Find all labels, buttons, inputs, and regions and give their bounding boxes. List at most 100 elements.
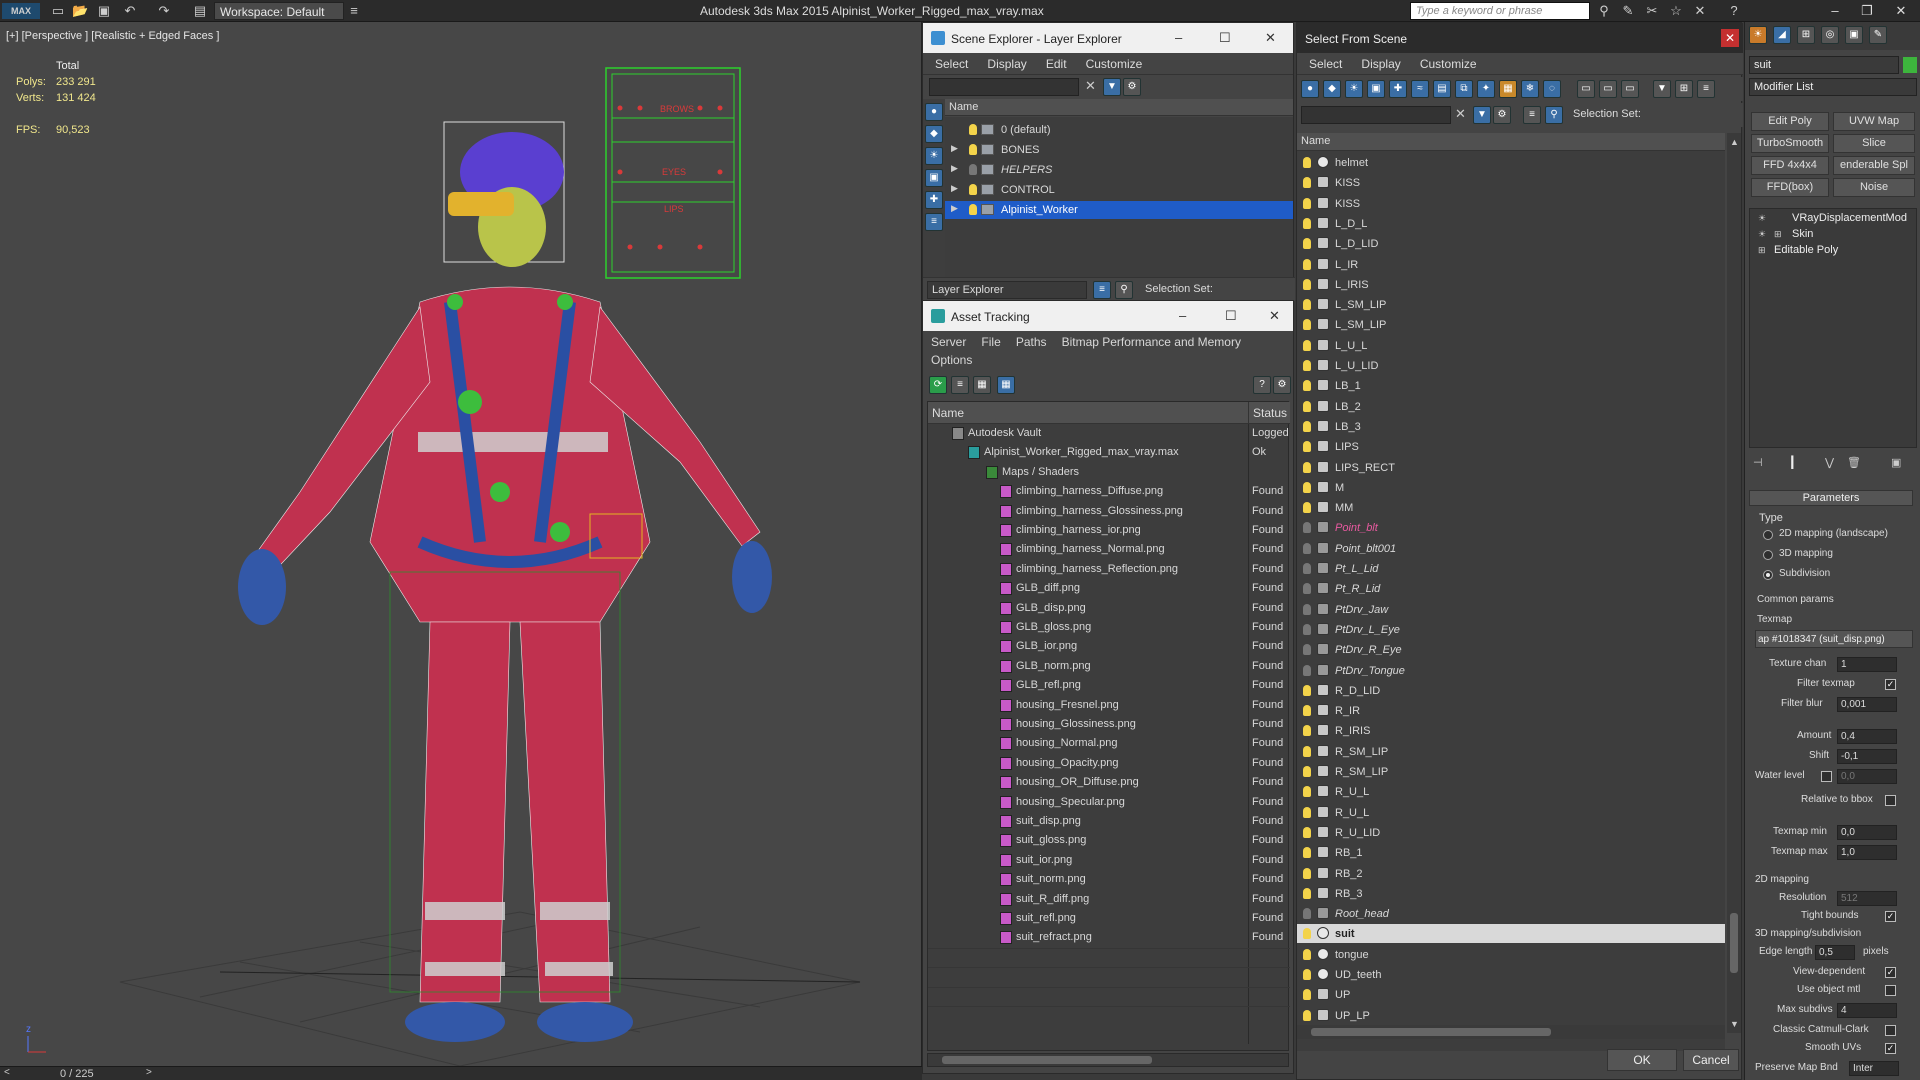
menu-display[interactable]: Display — [987, 57, 1026, 71]
expand-icon[interactable]: ⊞ — [1758, 245, 1766, 256]
asset-row-map[interactable]: GLB_ior.png Found — [928, 637, 1290, 656]
asset-row-map[interactable]: GLB_disp.png Found — [928, 599, 1290, 618]
search-input[interactable]: Type a keyword or phrase — [1410, 2, 1590, 20]
object-row[interactable]: L_D_LID — [1297, 234, 1725, 253]
display-lights-icon[interactable]: ☀ — [925, 147, 943, 165]
configure-sets-icon[interactable]: ▣ — [1891, 456, 1901, 469]
scroll-thumb[interactable] — [1311, 1028, 1551, 1036]
asset-row-map[interactable]: climbing_harness_Diffuse.png Found — [928, 482, 1290, 501]
object-row[interactable]: tongue — [1297, 945, 1725, 964]
display-cameras-icon[interactable]: ▣ — [1367, 80, 1385, 98]
menu-file[interactable]: File — [981, 335, 1000, 349]
display-cameras-icon[interactable]: ▣ — [925, 169, 943, 187]
refresh-icon[interactable]: ⟳ — [929, 376, 947, 394]
lightbulb-icon[interactable] — [1303, 481, 1311, 493]
lightbulb-icon[interactable] — [1303, 400, 1311, 412]
filter-blur-spinner[interactable]: 0,001 — [1837, 697, 1897, 712]
layer-row[interactable]: ▶ CONTROL — [945, 181, 1293, 199]
asset-row-map[interactable]: suit_refract.png Found — [928, 928, 1290, 947]
display-geometry-icon[interactable]: ● — [925, 103, 943, 121]
layer-row[interactable]: ▶ Alpinist_Worker — [945, 201, 1293, 219]
select-all-icon[interactable]: ▭ — [1577, 80, 1595, 98]
object-row[interactable]: R_IR — [1297, 701, 1725, 720]
lightbulb-icon[interactable]: ☀ — [1758, 229, 1766, 240]
utilities-tab-icon[interactable]: ✎ — [1869, 26, 1887, 44]
menu-paths[interactable]: Paths — [1016, 335, 1047, 349]
select-search-input[interactable] — [1301, 106, 1451, 124]
lightbulb-icon[interactable] — [969, 204, 977, 215]
object-row[interactable]: PtDrv_Jaw — [1297, 600, 1725, 619]
lightbulb-icon[interactable] — [1303, 238, 1311, 250]
water-level-checkbox[interactable] — [1821, 771, 1832, 782]
lightbulb-icon[interactable] — [1303, 948, 1311, 960]
tight-bounds-checkbox[interactable]: ✓ — [1885, 911, 1896, 922]
scroll-thumb[interactable] — [1730, 913, 1738, 973]
display-all-icon[interactable]: ≡ — [925, 213, 943, 231]
lightbulb-icon[interactable] — [1303, 542, 1311, 554]
app-logo[interactable]: MAX — [2, 3, 40, 19]
next-frame-icon[interactable]: > — [146, 1067, 152, 1078]
asset-row-folder[interactable]: Maps / Shaders — [928, 463, 1290, 482]
use-object-mtl-checkbox[interactable] — [1885, 985, 1896, 996]
restore-button[interactable]: ❐ — [1852, 0, 1882, 22]
filter-icon[interactable]: ▼ — [1653, 80, 1671, 98]
lightbulb-icon[interactable] — [1303, 441, 1311, 453]
hierarchy-tab-icon[interactable]: ⊞ — [1797, 26, 1815, 44]
lightbulb-icon[interactable] — [1303, 1009, 1311, 1021]
expand-icon[interactable]: ⊞ — [1774, 229, 1782, 240]
lightbulb-icon[interactable] — [1303, 258, 1311, 270]
select-none-icon[interactable]: ▭ — [1599, 80, 1617, 98]
asset-row-map[interactable]: GLB_norm.png Found — [928, 657, 1290, 676]
preserve-map-dropdown[interactable]: Inter — [1849, 1061, 1899, 1076]
object-row[interactable]: KISS — [1297, 173, 1725, 192]
lightbulb-icon[interactable] — [1303, 887, 1311, 899]
select-from-scene-titlebar[interactable]: Select From Scene ✕ — [1297, 23, 1743, 53]
lightbulb-icon[interactable] — [1303, 623, 1311, 635]
lightbulb-icon[interactable] — [1303, 197, 1311, 209]
relative-bbox-checkbox[interactable] — [1885, 795, 1896, 806]
layer-row[interactable]: ▶ BONES — [945, 141, 1293, 159]
asset-row-map[interactable]: suit_refl.png Found — [928, 909, 1290, 928]
object-row[interactable]: R_U_LID — [1297, 823, 1725, 842]
asset-tracking-titlebar[interactable]: Asset Tracking – ☐ ✕ — [923, 301, 1293, 331]
lightbulb-icon[interactable] — [1303, 989, 1311, 1001]
modify-tab-icon[interactable]: ◢ — [1773, 26, 1791, 44]
project-folder-icon[interactable]: ▤ — [192, 3, 208, 19]
select-invert-icon[interactable]: ▭ — [1621, 80, 1639, 98]
lightbulb-icon[interactable] — [1303, 867, 1311, 879]
filter-icon[interactable]: ▼ — [1103, 78, 1121, 96]
favorites-icon[interactable]: ☆ — [1668, 3, 1684, 19]
asset-row-map[interactable]: climbing_harness_Reflection.png Found — [928, 560, 1290, 579]
object-row[interactable]: UD_teeth — [1297, 965, 1725, 984]
options-icon[interactable]: ≡ — [1697, 80, 1715, 98]
display-helpers-icon[interactable]: ✚ — [925, 191, 943, 209]
undo-icon[interactable]: ↶ — [122, 3, 138, 19]
options-icon[interactable]: ⚙ — [1273, 376, 1291, 394]
display-shapes-icon[interactable]: ◆ — [925, 125, 943, 143]
asset-row-map[interactable]: climbing_harness_Glossiness.png Found — [928, 502, 1290, 521]
texmap-max-spinner[interactable]: 1,0 — [1837, 845, 1897, 860]
display-hidden-icon[interactable]: ◌ — [1543, 80, 1561, 98]
texmap-min-spinner[interactable]: 0,0 — [1837, 825, 1897, 840]
menu-select[interactable]: Select — [1309, 57, 1342, 71]
modifier-list-dropdown[interactable]: Modifier List — [1749, 78, 1917, 96]
tools-icon[interactable]: ✂ — [1644, 3, 1660, 19]
display-bones-icon[interactable]: ✦ — [1477, 80, 1495, 98]
object-row[interactable]: R_D_LID — [1297, 681, 1725, 700]
object-name-field[interactable]: suit — [1749, 56, 1899, 74]
asset-hscrollbar[interactable] — [927, 1053, 1289, 1067]
workspace-dropdown[interactable]: Workspace: Default — [214, 2, 344, 20]
asset-row-vault[interactable]: Autodesk Vault Logged — [928, 424, 1290, 443]
lightbulb-icon[interactable] — [1303, 217, 1311, 229]
lightbulb-icon[interactable] — [1303, 603, 1311, 615]
asset-row-map[interactable]: housing_Fresnel.png Found — [928, 696, 1290, 715]
object-row[interactable]: PtDrv_Tongue — [1297, 661, 1725, 680]
asset-row-map[interactable]: climbing_harness_ior.png Found — [928, 521, 1290, 540]
lightbulb-icon[interactable] — [1303, 380, 1311, 392]
asset-row-map[interactable]: housing_Normal.png Found — [928, 734, 1290, 753]
stack-item-editable-poly[interactable]: Editable Poly — [1774, 244, 1838, 256]
lightbulb-icon[interactable] — [1303, 705, 1311, 717]
smooth-uvs-checkbox[interactable]: ✓ — [1885, 1043, 1896, 1054]
layer-tool-icon[interactable]: ⚙ — [1123, 78, 1141, 96]
object-row[interactable]: LIPS_RECT — [1297, 458, 1725, 477]
